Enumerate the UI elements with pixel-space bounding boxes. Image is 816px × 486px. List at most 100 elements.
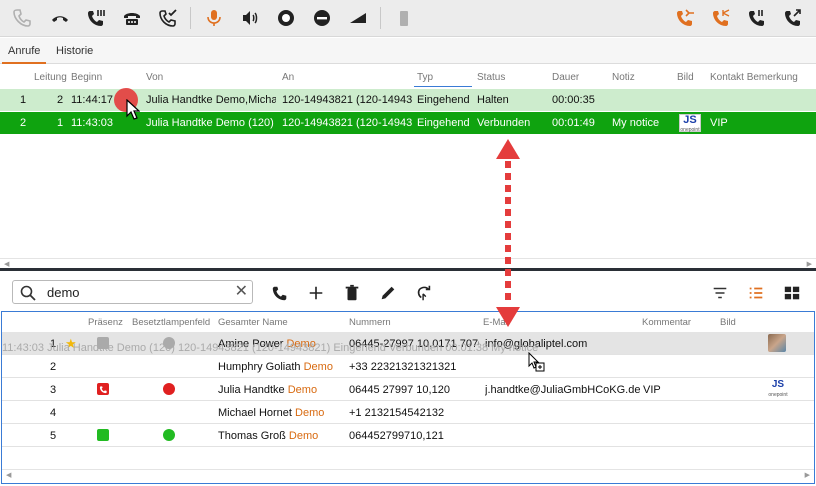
last-name: Demo <box>288 430 319 442</box>
contact-numbers: 064452799710,121 <box>349 430 444 442</box>
contact-index: 3 <box>50 384 57 396</box>
col-von[interactable]: Von <box>146 72 163 83</box>
col-an[interactable]: An <box>282 72 294 83</box>
first-name: Michael Hornet <box>218 407 292 419</box>
call-index: 1 <box>20 94 27 106</box>
call-von: Julia Handtke Demo (120) <box>146 117 274 129</box>
contact-row[interactable]: 5 Thomas Groß Demo 064452799710,121 <box>2 424 814 447</box>
tile-view-icon[interactable] <box>781 283 803 303</box>
scroll-right-icon[interactable]: ▶ <box>805 471 810 479</box>
add-contact-icon[interactable] <box>305 283 327 303</box>
contact-index: 2 <box>50 361 57 373</box>
col-besetztlampenfeld[interactable]: Besetztlampenfeld <box>132 317 210 328</box>
transfer-phone-icon[interactable] <box>84 7 108 29</box>
phone-forward-orange-icon-1[interactable] <box>673 7 697 29</box>
call-contact-icon[interactable] <box>269 283 291 303</box>
last-name: Demo <box>295 407 325 419</box>
col-dauer[interactable]: Dauer <box>552 72 579 83</box>
contact-index: 4 <box>50 407 57 419</box>
contact-row[interactable]: 4 Michael Hornet Demo +1 2132154542132 <box>2 401 814 424</box>
phone-forward-orange-icon-2[interactable] <box>709 7 733 29</box>
contact-name: Michael Hornet Demo <box>218 407 324 419</box>
call-an: 120-14943821 (120-14943821) <box>282 117 412 129</box>
call-dauer: 00:00:35 <box>552 94 595 106</box>
edit-contact-icon[interactable] <box>377 283 399 303</box>
call-leitung: 1 <box>57 117 64 129</box>
call-notiz: My notice <box>612 117 660 129</box>
tab-historie[interactable]: Historie <box>50 38 99 64</box>
call-row-connected[interactable]: 2 1 11:43:03 Julia Handtke Demo (120) 12… <box>0 112 816 134</box>
search-icon <box>20 285 36 301</box>
contact-comment: VIP <box>643 384 661 396</box>
col-kontakt-bemerkung[interactable]: Kontakt Bemerkung <box>710 72 798 83</box>
contacts-horizontal-scrollbar[interactable]: ◀ ▶ <box>2 469 814 481</box>
call-status: Halten <box>477 94 509 106</box>
phone-forward-icon-1[interactable] <box>745 7 769 29</box>
volume-slope-icon[interactable] <box>346 7 370 29</box>
call-von: Julia Handtke Demo,Michael Hornet Demo <box>146 94 276 106</box>
call-typ: Eingehend <box>417 117 470 129</box>
filter-icon[interactable] <box>709 283 731 303</box>
first-name: Humphry Goliath <box>218 361 301 373</box>
calls-column-header: Leitung Beginn Von An Typ Status Dauer N… <box>0 64 816 88</box>
contact-row[interactable]: 2 Humphry Goliath Demo +33 2232132132132… <box>2 355 814 378</box>
list-view-icon[interactable] <box>745 283 767 303</box>
tab-anrufe[interactable]: Anrufe <box>2 38 47 64</box>
minus-circle-icon[interactable] <box>310 7 334 29</box>
col-bild[interactable]: Bild <box>720 317 736 328</box>
contact-logo-image: JS onepoint <box>766 379 790 399</box>
calls-horizontal-scrollbar[interactable]: ◀ ▶ <box>0 258 816 268</box>
col-beginn[interactable]: Beginn <box>71 72 102 83</box>
first-name: Thomas Groß <box>218 430 286 442</box>
clear-search-icon[interactable]: ✕ <box>235 282 248 302</box>
first-name: Julia Handtke <box>218 384 285 396</box>
scroll-left-icon[interactable]: ◀ <box>4 260 9 268</box>
col-bild[interactable]: Bild <box>677 72 694 83</box>
call-leitung: 2 <box>57 94 64 106</box>
hangup-icon[interactable] <box>48 7 72 29</box>
scroll-left-icon[interactable]: ◀ <box>6 471 11 479</box>
logo-subtext: onepoint <box>680 127 700 133</box>
search-field[interactable]: ✕ <box>12 280 253 304</box>
phone-icon[interactable] <box>10 7 34 29</box>
last-name: Demo <box>303 361 333 373</box>
speaker-icon[interactable] <box>238 7 262 29</box>
contact-name: Julia Handtke Demo <box>218 384 317 396</box>
search-input[interactable] <box>47 283 227 301</box>
contact-email: j.handtke@JuliaGmbHCoKG.de <box>485 384 641 396</box>
tab-bar: Anrufe Historie <box>0 38 816 64</box>
col-nummern[interactable]: Nummern <box>349 317 391 328</box>
phone-check-icon[interactable] <box>156 7 180 29</box>
col-typ[interactable]: Typ <box>417 72 433 83</box>
col-notiz[interactable]: Notiz <box>612 72 635 83</box>
col-gesamter-name[interactable]: Gesamter Name <box>218 317 288 328</box>
call-status: Verbunden <box>477 117 531 129</box>
contact-row[interactable]: 3 Julia Handtke Demo 06445 27997 10,120 … <box>2 378 814 401</box>
panel-splitter[interactable] <box>0 268 816 271</box>
contact-logo-image: JS onepoint <box>679 114 701 133</box>
phone-forward-icon-2[interactable] <box>781 7 805 29</box>
delete-contact-icon[interactable] <box>341 283 363 303</box>
toolbar-separator <box>190 7 191 29</box>
call-beginn: 11:43:03 <box>71 117 114 129</box>
col-status[interactable]: Status <box>477 72 505 83</box>
presence-indicator <box>97 429 109 441</box>
col-leitung[interactable]: Leitung <box>34 72 67 83</box>
scroll-right-icon[interactable]: ▶ <box>807 260 812 268</box>
conference-phone-icon[interactable] <box>120 7 144 29</box>
call-toolbar <box>0 0 816 37</box>
drag-copy-cursor-icon <box>528 352 545 372</box>
call-kontakt: VIP <box>710 117 728 129</box>
refresh-contacts-icon[interactable] <box>413 283 435 303</box>
call-dauer: 00:01:49 <box>552 117 595 129</box>
contact-numbers: +1 2132154542132 <box>349 407 445 419</box>
trash-icon[interactable] <box>392 7 416 29</box>
contact-name: Humphry Goliath Demo <box>218 361 333 373</box>
col-kommentar[interactable]: Kommentar <box>642 317 691 328</box>
sort-indicator <box>414 86 472 87</box>
logo-text: JS <box>771 379 785 390</box>
record-icon[interactable] <box>274 7 298 29</box>
mouse-cursor-icon <box>126 99 140 120</box>
microphone-icon[interactable] <box>202 7 226 29</box>
col-praesenz[interactable]: Präsenz <box>88 317 123 328</box>
